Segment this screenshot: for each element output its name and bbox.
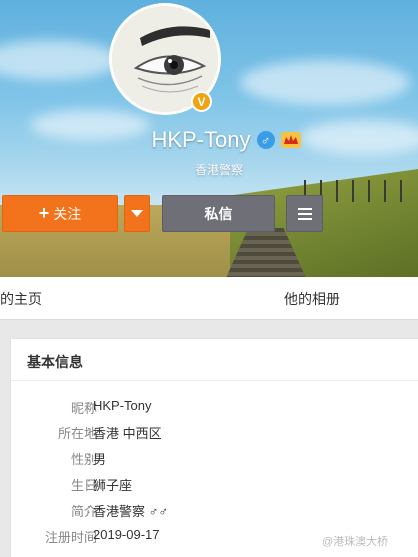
profile-tabs: 的主页 他的相册 [0,277,418,320]
plus-icon: + [38,203,50,223]
male-icon: ♂ [256,131,275,149]
follow-dropdown-button[interactable] [124,195,150,232]
info-key: 所在地 [57,426,97,441]
divider [11,380,418,381]
info-row-location: 所在地 : 香港 中西区 [57,423,162,441]
profile-name: HKP-Tony [151,127,251,152]
tab-home[interactable]: 的主页 [0,289,42,309]
message-label: 私信 [204,205,233,222]
info-value: 男 [93,452,107,467]
more-menu-button[interactable] [286,195,323,232]
info-value: 香港 中西区 [93,426,162,441]
profile-description: 香港警察 [194,163,243,177]
follow-button[interactable]: + 关注 [2,195,118,232]
info-row-gender: 性别 : 男 [70,449,107,467]
info-value: 香港警察 ♂♂ [93,504,169,519]
info-row-birthday: 生日 : 狮子座 [70,475,133,493]
verified-badge-icon: V [191,91,212,112]
info-value: 狮子座 [93,478,133,493]
basic-info-panel: 基本信息 昵称 : HKP-Tony 所在地 : 香港 中西区 性别 : 男 生… [10,338,418,557]
tab-album[interactable]: 他的相册 [284,289,340,309]
info-value: 2019-09-17 [93,527,160,542]
message-button[interactable]: 私信 [162,195,275,232]
follow-label: 关注 [53,205,82,222]
vip-badge-icon[interactable] [280,132,301,148]
chevron-down-icon [131,210,143,217]
panel-title: 基本信息 [27,354,83,370]
watermark: @港珠澳大桥 [322,536,389,548]
info-row-bio: 简介 : 香港警察 ♂♂ [70,501,169,519]
profile-name-row: HKP-Tony ♂ [0,127,418,153]
info-value: HKP-Tony [93,398,152,413]
menu-icon [297,207,312,210]
info-row-nickname: 昵称 : HKP-Tony [70,398,152,416]
